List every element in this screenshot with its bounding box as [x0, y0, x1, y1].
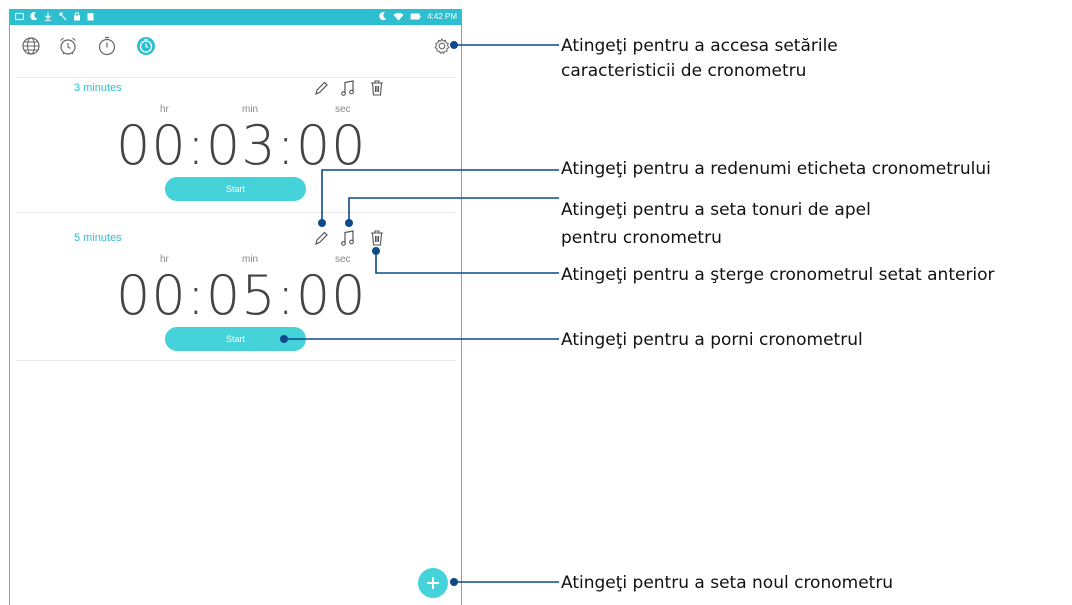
callout-ringtone-line1: Atingeţi pentru a seta tonuri de apel [561, 200, 871, 220]
callout-dot-start [280, 335, 288, 343]
callout-dot-ringtone [345, 219, 353, 227]
callout-new-timer: Atingeţi pentru a seta noul cronometru [561, 573, 894, 593]
callout-dot-rename [318, 219, 326, 227]
callout-ringtone-line2: pentru cronometru [561, 228, 722, 248]
callout-dot-settings [450, 41, 458, 49]
callout-rename: Atingeţi pentru a redenumi eticheta cron… [561, 159, 991, 179]
callout-settings-line2: caracteristicii de cronometru [561, 61, 807, 81]
callout-lines [280, 41, 559, 586]
callout-dot-add [450, 578, 458, 586]
callout-dot-delete [372, 247, 380, 255]
callout-settings-line1: Atingeţi pentru a accesa setările [561, 36, 838, 56]
callout-delete: Atingeţi pentru a şterge cronometrul set… [561, 265, 995, 285]
callout-start: Atingeţi pentru a porni cronometrul [561, 330, 863, 350]
